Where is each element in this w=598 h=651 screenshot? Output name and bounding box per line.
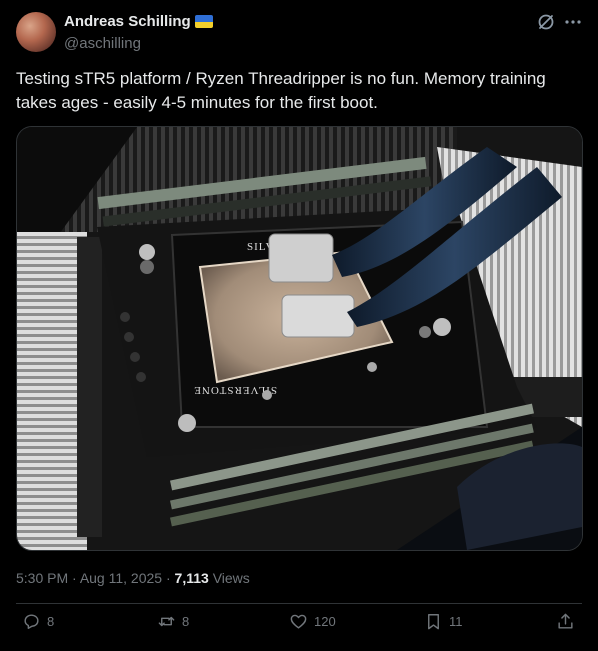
repost-button[interactable]: 8	[157, 612, 189, 631]
reply-button[interactable]: 8	[22, 612, 54, 631]
like-count: 120	[314, 614, 336, 629]
author-name-row[interactable]: Andreas Schilling	[64, 13, 213, 30]
repost-icon	[158, 616, 175, 627]
views-label: Views	[212, 570, 250, 586]
author-handle[interactable]: @aschilling	[64, 35, 141, 52]
motherboard-photo: SILVERSTONE SILVERSTONE	[17, 127, 582, 550]
tweet-date[interactable]: Aug 11, 2025	[80, 570, 162, 586]
tweet-time[interactable]: 5:30 PM	[16, 570, 68, 586]
tweet-meta: 5:30 PM · Aug 11, 2025 · 7,113 Views	[16, 570, 250, 586]
views-count: 7,113	[174, 570, 209, 586]
like-button[interactable]: 120	[289, 612, 336, 631]
divider	[16, 603, 582, 604]
share-icon	[558, 613, 573, 629]
tweet-text: Testing sTR5 platform / Ryzen Threadripp…	[16, 69, 546, 112]
bookmark-icon	[428, 614, 439, 630]
more-icon[interactable]	[563, 12, 583, 32]
avatar[interactable]	[16, 12, 56, 52]
bookmark-count: 11	[449, 614, 463, 629]
reply-count: 8	[47, 614, 55, 629]
repost-count: 8	[182, 614, 190, 629]
author-name[interactable]: Andreas Schilling	[64, 13, 191, 30]
bookmark-button[interactable]: 11	[424, 612, 463, 631]
heart-icon	[290, 614, 307, 629]
tweet-image[interactable]: SILVERSTONE SILVERSTONE	[16, 126, 583, 551]
action-bar: 8 8 120 11	[16, 612, 582, 644]
ukraine-flag-icon	[194, 15, 213, 28]
share-button[interactable]	[556, 612, 575, 631]
reply-icon	[24, 614, 39, 629]
grok-icon[interactable]	[536, 12, 556, 32]
